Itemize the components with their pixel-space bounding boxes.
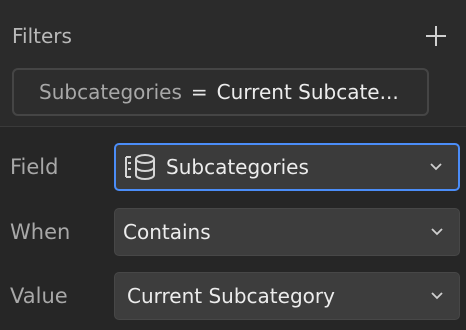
when-select-value: Contains (123, 220, 211, 244)
value-select-value: Current Subcategory (127, 284, 335, 308)
chevron-down-icon (430, 163, 442, 171)
field-select-value: Subcategories (166, 155, 309, 179)
list-database-icon (125, 154, 155, 180)
chevron-down-icon (431, 292, 443, 300)
when-label: When (10, 220, 71, 244)
chevron-down-icon (431, 228, 443, 236)
filter-chip-operator: = (190, 80, 208, 104)
filters-header-section: Filters Subcategories = Current Subcate.… (0, 0, 466, 127)
field-select[interactable]: Subcategories (114, 143, 460, 191)
value-label: Value (10, 284, 68, 308)
value-select[interactable]: Current Subcategory (114, 272, 460, 320)
field-label: Field (10, 155, 59, 179)
when-select[interactable]: Contains (114, 208, 460, 256)
filter-chip-value: Current Subcate... (216, 80, 399, 104)
active-filter-chip[interactable]: Subcategories = Current Subcate... (12, 68, 429, 116)
filter-chip-field: Subcategories (39, 80, 182, 104)
filters-title: Filters (12, 24, 72, 48)
plus-icon (426, 26, 446, 46)
filter-editor-panel: Field Subcategories When Contains Value … (0, 127, 466, 330)
add-filter-button[interactable] (420, 20, 452, 52)
